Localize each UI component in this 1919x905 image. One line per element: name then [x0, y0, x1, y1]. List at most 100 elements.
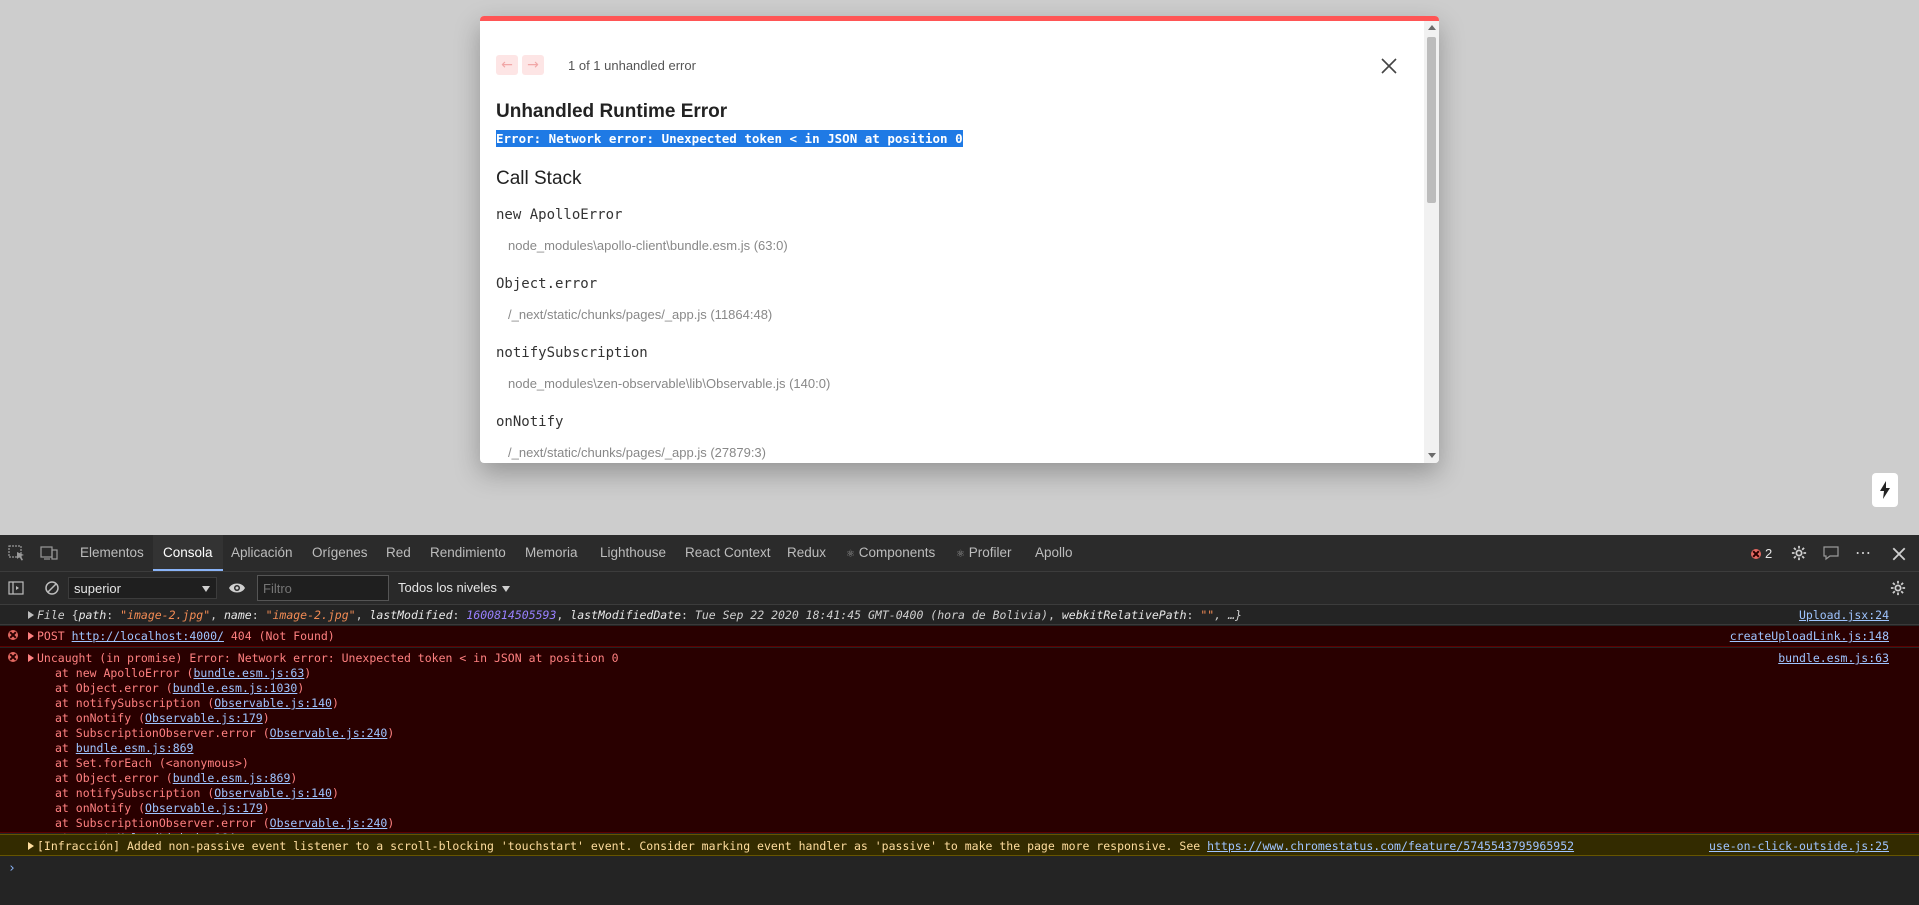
react-atom-icon: ⚛ — [846, 549, 855, 560]
scroll-down-icon[interactable] — [1428, 453, 1436, 458]
console-prompt-icon: › — [8, 861, 16, 876]
source-link[interactable]: bundle.esm.js:63 — [1778, 651, 1889, 665]
error-title: Unhandled Runtime Error — [496, 101, 728, 122]
error-count-label: 1 of 1 unhandled error — [568, 57, 696, 73]
inspect-element-icon[interactable] — [8, 545, 26, 561]
tab-memoria[interactable]: Memoria — [515, 535, 588, 571]
close-icon[interactable] — [1379, 56, 1399, 76]
tab-red[interactable]: Red — [376, 535, 421, 571]
console-toolbar: superior Todos los niveles — [0, 572, 1919, 605]
stack-source-link[interactable]: bundle.esm.js:869 — [173, 771, 291, 785]
request-url-link[interactable]: http://localhost:4000/ — [72, 629, 224, 643]
devtools-panel: Elementos Consola Aplicación Orígenes Re… — [0, 535, 1919, 905]
settings-gear-icon[interactable] — [1790, 545, 1808, 561]
tab-rendimiento[interactable]: Rendimiento — [420, 535, 516, 571]
error-count-badge[interactable]: 2 — [1751, 546, 1772, 561]
log-text[interactable]: File {path: "image-2.jpg", name: "image-… — [37, 608, 1242, 622]
stack-frame-function: new ApolloError — [496, 207, 623, 223]
context-selector[interactable]: superior — [68, 577, 217, 599]
stack-frame[interactable]: onNotify /_next/static/chunks/pages/_app… — [496, 414, 1296, 460]
fast-refresh-indicator[interactable] — [1872, 473, 1898, 507]
device-toolbar-icon[interactable] — [40, 545, 58, 561]
stack-trace-line: at bundle.esm.js:869 — [55, 741, 194, 755]
arrow-right-icon: → — [527, 57, 539, 73]
send-feedback-icon[interactable] — [1822, 545, 1840, 561]
console-settings-gear-icon[interactable] — [1890, 580, 1906, 596]
next-error-button[interactable]: → — [522, 55, 544, 75]
stack-trace-line: at notifySubscription (Observable.js:140… — [55, 696, 339, 710]
stack-trace-line: at Object.error (bundle.esm.js:869) — [55, 771, 298, 785]
sidebar-toggle-icon[interactable] — [8, 580, 24, 596]
stack-source-link[interactable]: Observable.js:140 — [214, 696, 332, 710]
source-link[interactable]: createUploadLink.js:148 — [1730, 629, 1889, 643]
tab-consola[interactable]: Consola — [153, 535, 223, 571]
expand-triangle-icon[interactable] — [28, 611, 34, 619]
stack-frame[interactable]: new ApolloError node_modules\apollo-clie… — [496, 207, 1296, 253]
stack-source-link[interactable]: Observable.js:240 — [270, 816, 388, 830]
stack-source-link[interactable]: bundle.esm.js:1030 — [173, 681, 298, 695]
stack-frame-location[interactable]: /_next/static/chunks/pages/_app.js (2787… — [496, 445, 1296, 460]
stack-source-link[interactable]: bundle.esm.js:869 — [76, 741, 194, 755]
tab-profiler-label: Profiler — [968, 545, 1012, 560]
tab-lighthouse[interactable]: Lighthouse — [590, 535, 676, 571]
tab-apollo[interactable]: Apollo — [1025, 535, 1083, 571]
stack-frame-location[interactable]: node_modules\zen-observable\lib\Observab… — [496, 376, 1296, 391]
call-stack-title: Call Stack — [496, 168, 582, 189]
error-circle-icon — [1751, 548, 1761, 559]
lightning-icon — [1880, 481, 1890, 499]
tab-components-label: Components — [858, 545, 936, 560]
stack-trace-line: at onNotify (Observable.js:179) — [55, 711, 270, 725]
more-options-icon[interactable]: ⋯ — [1855, 543, 1872, 563]
violation-text: [Infracción] Added non-passive event lis… — [37, 839, 1575, 853]
error-pager: ← → 1 of 1 unhandled error — [496, 55, 696, 75]
tab-elementos[interactable]: Elementos — [70, 535, 154, 571]
log-levels-dropdown[interactable]: Todos los niveles — [398, 577, 510, 599]
stack-trace-line: at new ApolloError (bundle.esm.js:63) — [55, 666, 312, 680]
error-text: POST http://localhost:4000/ 404 (Not Fou… — [37, 629, 335, 643]
close-devtools-icon[interactable] — [1890, 546, 1908, 562]
devtools-tabbar: Elementos Consola Aplicación Orígenes Re… — [0, 535, 1919, 572]
chevron-down-icon — [502, 585, 510, 592]
stack-frame-function: Object.error — [496, 276, 598, 292]
overlay-scrollbar[interactable] — [1424, 21, 1439, 463]
react-atom-icon: ⚛ — [956, 549, 965, 560]
stack-trace-line: at Set.forEach (<anonymous>) — [55, 756, 249, 770]
prev-error-button[interactable]: ← — [496, 55, 518, 75]
stack-source-link[interactable]: bundle.esm.js:63 — [193, 666, 304, 680]
stack-trace-line: at SubscriptionObserver.error (Observabl… — [55, 726, 395, 740]
tab-aplicacion[interactable]: Aplicación — [221, 535, 303, 571]
tab-redux[interactable]: Redux — [777, 535, 836, 571]
live-expression-eye-icon[interactable] — [228, 581, 246, 595]
expand-triangle-icon[interactable] — [28, 842, 34, 850]
stack-source-link[interactable]: Observable.js:140 — [214, 786, 332, 800]
tab-react-context[interactable]: React Context — [675, 535, 781, 571]
stack-frame[interactable]: Object.error /_next/static/chunks/pages/… — [496, 276, 1296, 322]
tab-origenes[interactable]: Orígenes — [302, 535, 378, 571]
scrollbar-thumb[interactable] — [1427, 37, 1436, 203]
log-levels-label: Todos los niveles — [398, 580, 497, 595]
stack-frame[interactable]: notifySubscription node_modules\zen-obse… — [496, 345, 1296, 391]
stack-frame-location[interactable]: node_modules\apollo-client\bundle.esm.js… — [496, 238, 1296, 253]
filter-input[interactable] — [257, 575, 389, 601]
expand-triangle-icon[interactable] — [28, 654, 34, 662]
error-circle-icon — [8, 652, 18, 662]
tab-components[interactable]: ⚛ Components — [836, 535, 945, 571]
stack-source-link[interactable]: Observable.js:179 — [145, 801, 263, 815]
stack-frame-location[interactable]: /_next/static/chunks/pages/_app.js (1186… — [496, 307, 1296, 322]
stack-source-link[interactable]: Observable.js:240 — [270, 726, 388, 740]
stack-frame-function: onNotify — [496, 414, 564, 430]
chevron-down-icon — [202, 586, 210, 592]
error-circle-icon — [8, 630, 18, 640]
page-viewport: ← → 1 of 1 unhandled error Unhandled Run… — [0, 0, 1919, 535]
stack-trace-line: at onNotify (Observable.js:179) — [55, 801, 270, 815]
tab-profiler[interactable]: ⚛ Profiler — [946, 535, 1022, 571]
stack-source-link[interactable]: Observable.js:179 — [145, 711, 263, 725]
scroll-up-icon[interactable] — [1428, 25, 1436, 30]
console-input[interactable]: › — [0, 858, 1919, 898]
chromestatus-link[interactable]: https://www.chromestatus.com/feature/574… — [1207, 839, 1574, 853]
expand-triangle-icon[interactable] — [28, 632, 34, 640]
console-message-log: File {path: "image-2.jpg", name: "image-… — [0, 605, 1919, 625]
clear-console-icon[interactable] — [44, 580, 60, 596]
source-link[interactable]: use-on-click-outside.js:25 — [1709, 839, 1889, 853]
source-link[interactable]: Upload.jsx:24 — [1799, 608, 1889, 622]
